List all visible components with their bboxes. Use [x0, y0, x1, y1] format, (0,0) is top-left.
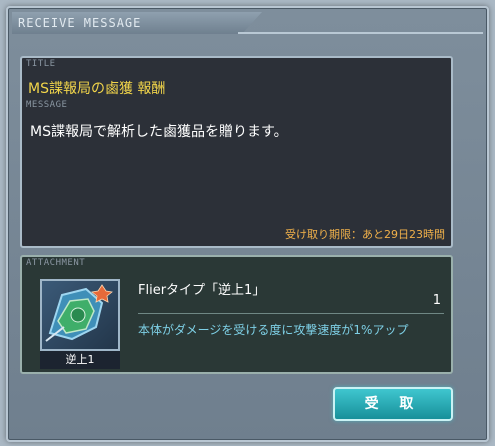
message-panel: TITLE MS諜報局の鹵獲 報酬 MESSAGE MS諜報局で解析した鹵獲品を…	[20, 56, 453, 248]
receive-button[interactable]: 受 取	[333, 387, 453, 421]
dialog-title: RECEIVE MESSAGE	[18, 16, 142, 30]
item-icon-label: 逆上1	[40, 351, 120, 369]
item-quantity: 1	[432, 293, 441, 308]
attachment-label: ATTACHMENT	[26, 258, 86, 268]
item-name: Flierタイプ「逆上1」	[138, 283, 266, 298]
title-label: TITLE	[26, 59, 56, 69]
part-icon	[45, 284, 113, 342]
item-divider	[138, 313, 444, 314]
attachment-item-icon[interactable]: 逆上1	[40, 279, 128, 369]
deadline-text: 受け取り期限：あと29日23時間	[285, 228, 445, 241]
attachment-panel: ATTACHMENT 逆上1 Flierタイプ「逆上1」 1 本体がダメージを受…	[20, 255, 453, 374]
item-description: 本体がダメージを受ける度に攻撃速度が1%アップ	[138, 323, 409, 337]
message-body: MS諜報局で解析した鹵獲品を贈ります。	[30, 124, 288, 140]
item-thumbnail	[40, 279, 120, 351]
message-label: MESSAGE	[26, 100, 68, 110]
header-divider	[238, 32, 483, 34]
message-title: MS諜報局の鹵獲 報酬	[28, 81, 166, 97]
